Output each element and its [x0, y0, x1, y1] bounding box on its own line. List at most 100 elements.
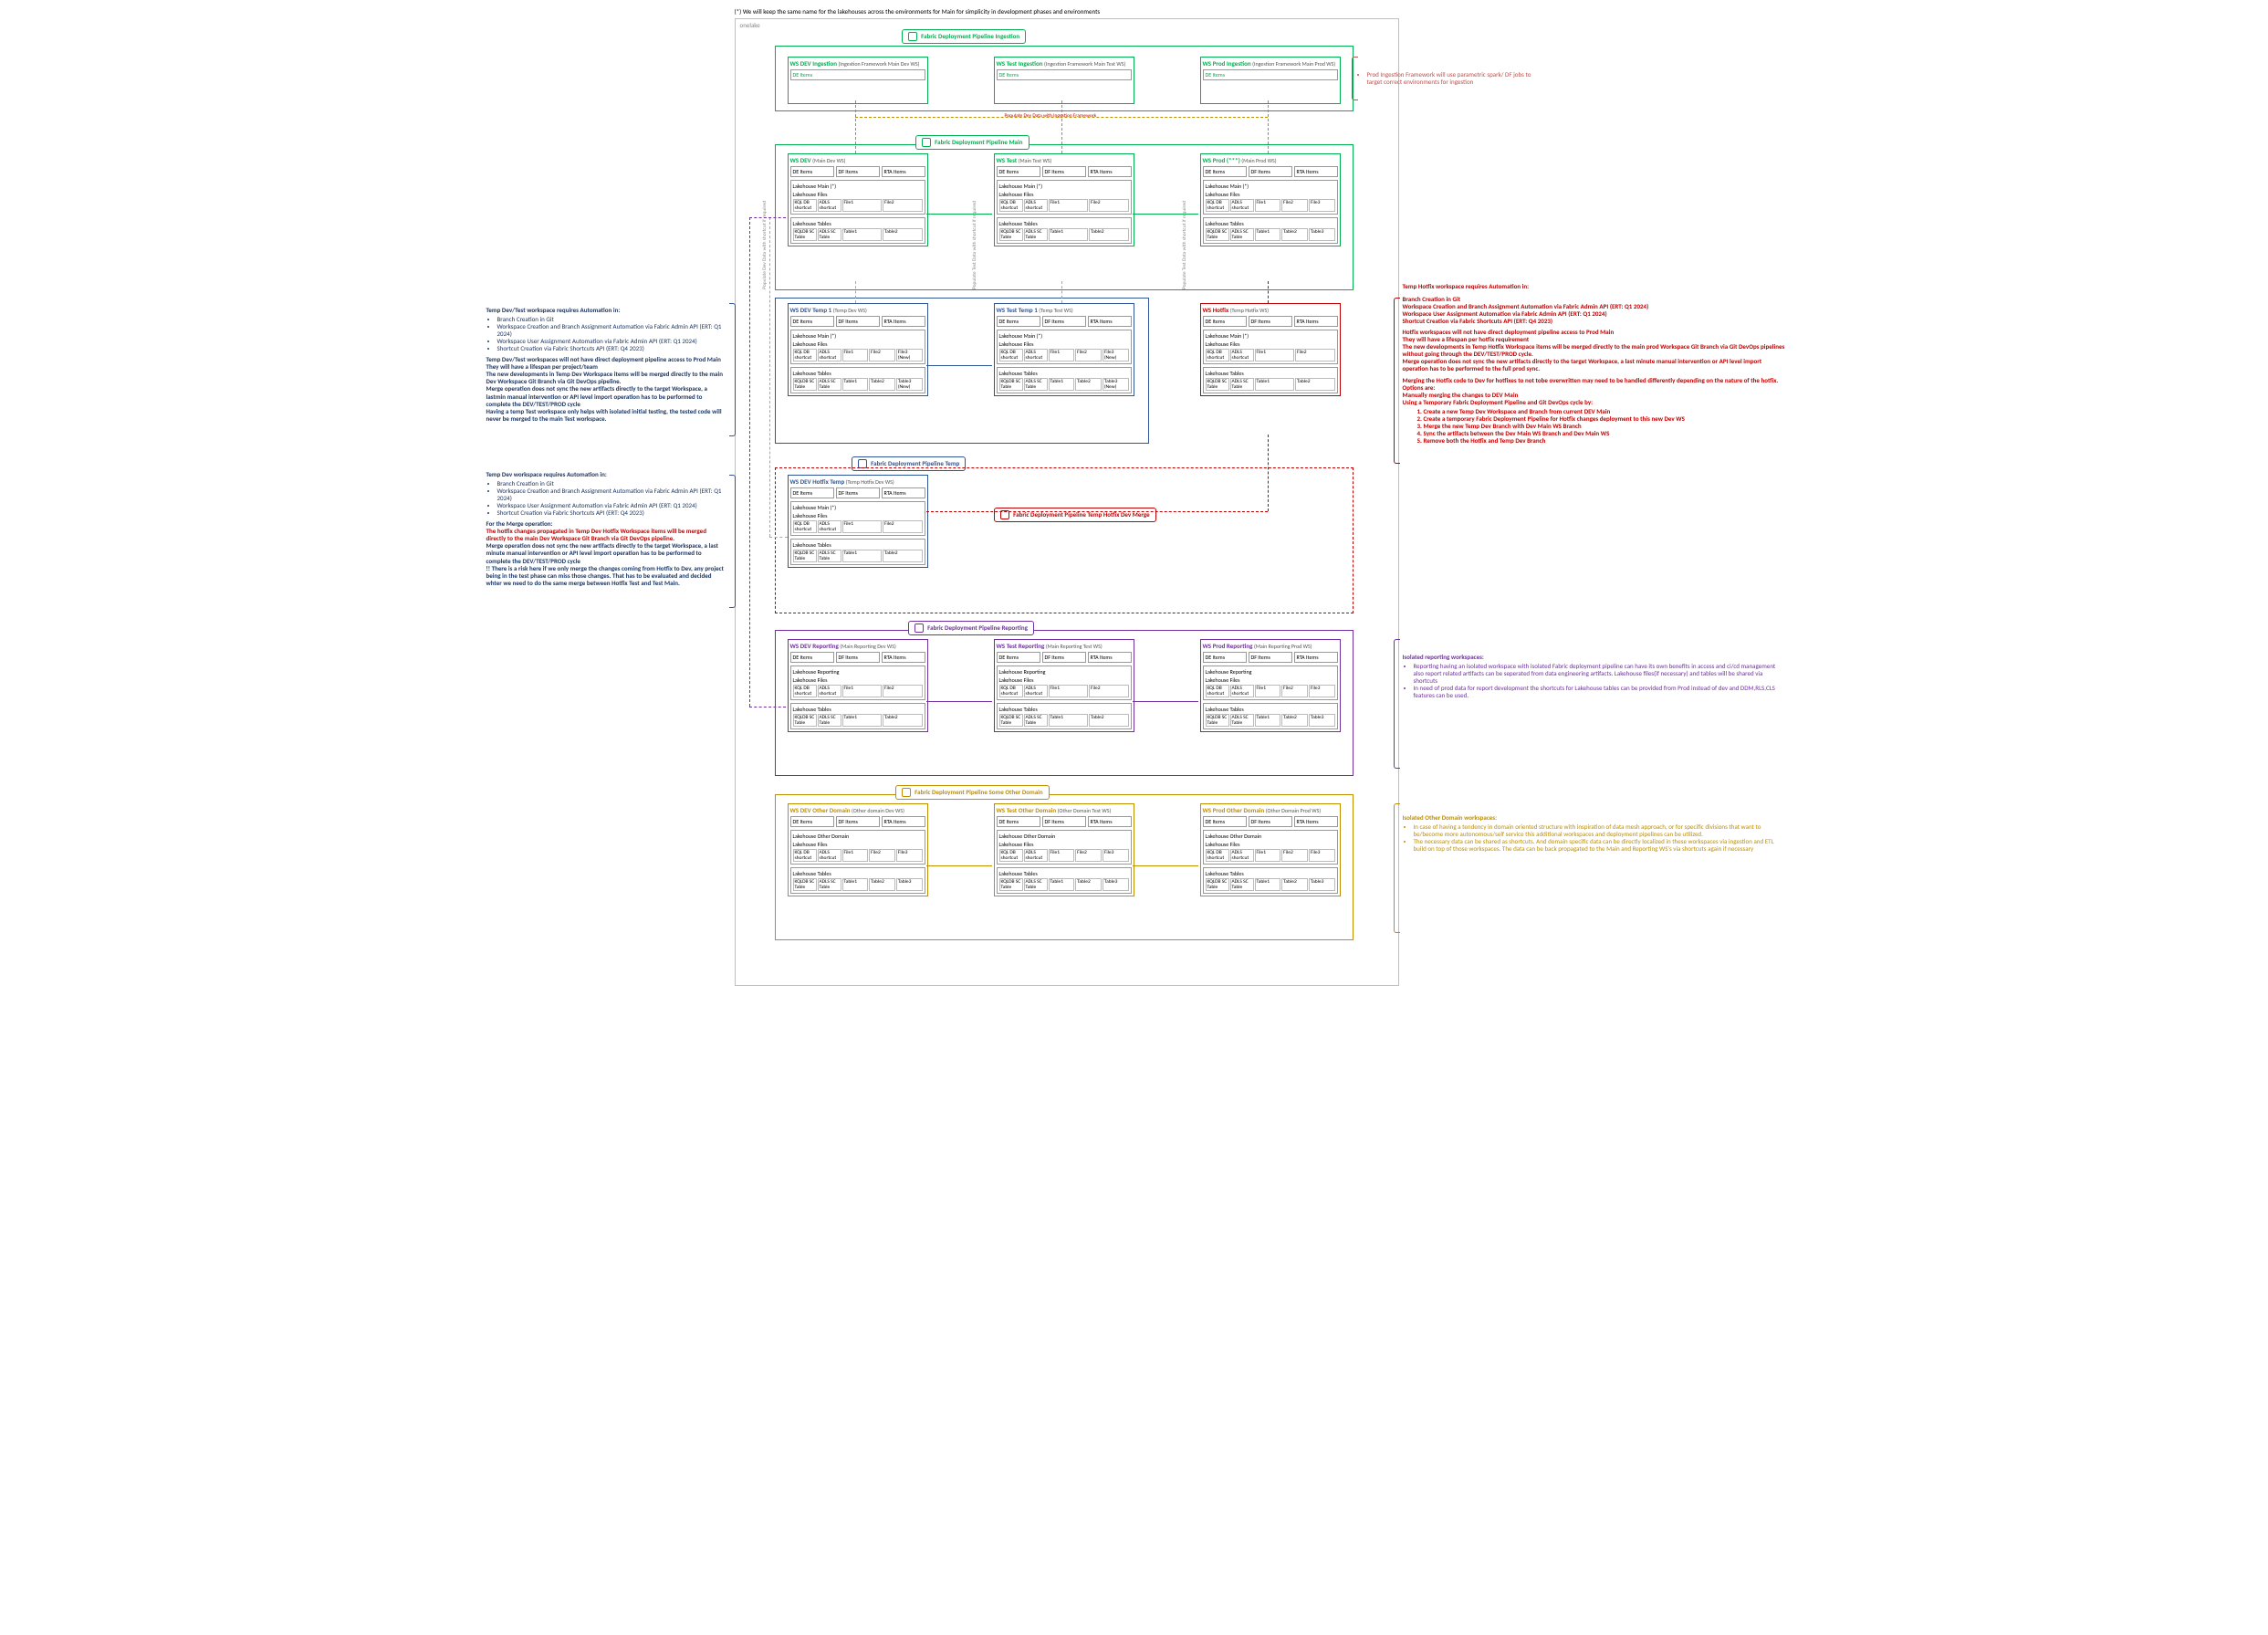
- c: KQLDB SC Table: [999, 878, 1023, 891]
- c: DE Items: [790, 166, 834, 177]
- c: Table1: [1255, 878, 1281, 891]
- li: Shortcut Creation via Fabric Shortcuts A…: [1403, 318, 1786, 325]
- c: KQLDB SC Table: [1206, 228, 1229, 241]
- brace-left-hotfixtemp: [729, 475, 736, 608]
- onelake-label: onelake: [740, 21, 760, 29]
- c: DF Items: [1042, 816, 1086, 827]
- c: KQL DB shortcut: [793, 349, 817, 362]
- c: Table3 (New): [1103, 378, 1129, 391]
- c: DF Items: [1249, 652, 1292, 663]
- c: Table2: [883, 714, 923, 727]
- c: File1: [1049, 199, 1089, 212]
- c: File1: [1255, 199, 1281, 212]
- t: Lakehouse Reporting: [793, 668, 923, 676]
- li: Shortcut Creation via Fabric Shortcuts A…: [497, 509, 726, 517]
- c: DE Items: [790, 652, 834, 663]
- c: ADLS SC Table: [1024, 378, 1048, 391]
- t: Lakehouse Reporting: [1206, 668, 1335, 676]
- lakehouse-main: Lakehouse Main (*) Lakehouse Files KQL D…: [790, 180, 925, 215]
- c: File2: [1281, 849, 1308, 862]
- t: Lakehouse Main (*): [793, 504, 923, 511]
- t: Lakehouse Tables: [1206, 870, 1335, 877]
- c: ADLS shortcut: [1230, 199, 1254, 212]
- top-footnote: (*) We will keep the same name for the l…: [735, 7, 1101, 16]
- c: KQLDB SC Table: [793, 878, 817, 891]
- brace-right-hotfix: [1394, 298, 1400, 464]
- brace-left-temp: [729, 303, 736, 436]
- connector: [1133, 865, 1198, 866]
- t: Lakehouse Main (*): [1206, 183, 1335, 190]
- connector: [1133, 701, 1198, 702]
- ws-title: WS Prod Ingestion: [1203, 59, 1251, 68]
- ws-test: WS Test (Main Test WS) DE ItemsDF ItemsR…: [994, 153, 1134, 246]
- c: File2: [1295, 349, 1335, 362]
- ws-sub: (Other Domain Test WS): [1058, 807, 1112, 814]
- c: ADLS shortcut: [818, 520, 841, 533]
- t: Lakehouse Tables: [999, 870, 1129, 877]
- c: File1: [1049, 849, 1075, 862]
- populate-ing-label: Populate Dev Data with Ingestion Framewo…: [1005, 113, 1097, 119]
- p: Merge operation does not sync the new ar…: [1403, 358, 1786, 372]
- hdr: Temp Dev workspace requires Automation i…: [486, 471, 726, 478]
- c: Table3: [1103, 878, 1129, 891]
- c: DE Items: [1203, 166, 1247, 177]
- c: ADLS shortcut: [818, 685, 841, 697]
- c: ADLS SC Table: [818, 378, 841, 391]
- ingestion-side-note: Prod Ingestion Framework will use parame…: [1358, 71, 1541, 86]
- c: DE Items: [1203, 652, 1247, 663]
- ws-title: WS DEV Ingestion: [790, 59, 837, 68]
- t: Lakehouse Files: [1206, 841, 1335, 848]
- ws-title: WS Prod (***): [1203, 156, 1240, 164]
- ws-title: WS Prod Reporting: [1203, 642, 1253, 650]
- c: Table2: [883, 228, 923, 241]
- connector: [749, 217, 750, 707]
- pipeline-reporting-label: Fabric Deployment Pipeline Reporting: [908, 621, 1035, 635]
- c: File1: [1255, 349, 1295, 362]
- t: Lakehouse Main (*): [793, 332, 923, 340]
- c: DE Items: [997, 166, 1040, 177]
- p: The new developments in Temp Dev Workspa…: [486, 371, 726, 385]
- c: Table1: [842, 228, 883, 241]
- ws-test-temp: WS Test Temp 1 (Temp Test WS) DE ItemsDF…: [994, 303, 1134, 396]
- c: RTA Items: [1088, 652, 1132, 663]
- ws-title: WS DEV Reporting: [790, 642, 839, 650]
- vlabel-left: Populate Dev Data with shortcut if requi…: [762, 201, 768, 289]
- connector: [1133, 214, 1198, 215]
- c: File2: [883, 520, 923, 533]
- connector: [926, 365, 992, 366]
- connector: [1061, 281, 1062, 303]
- c: KQL DB shortcut: [1206, 685, 1229, 697]
- c: DF Items: [1042, 316, 1086, 327]
- c: Table2: [1075, 878, 1102, 891]
- annotation-right-hotfix: Temp Hotfix workspace requires Automatio…: [1403, 283, 1786, 446]
- c: Table1: [1255, 228, 1281, 241]
- c: KQLDB SC Table: [999, 228, 1023, 241]
- c: DF Items: [1042, 166, 1086, 177]
- ws-sub: (Temp Hotfix Dev WS): [846, 478, 894, 486]
- connector: [769, 217, 770, 537]
- t: Lakehouse Files: [999, 676, 1129, 684]
- annotation-left-hotfixtemp: Temp Dev workspace requires Automation i…: [486, 471, 726, 587]
- lh-title: Lakehouse Main (*): [793, 183, 923, 190]
- t: Lakehouse Main (*): [999, 183, 1129, 190]
- lakehouse-tables: Lakehouse Tables KQLDB SC TableADLS SC T…: [790, 217, 925, 244]
- c: ADLS SC Table: [1230, 714, 1254, 727]
- c: Table3 (New): [896, 378, 923, 391]
- c: File3: [1309, 849, 1335, 862]
- ws-sub: (Ingestion Framework Main Dev WS): [838, 60, 919, 68]
- ws-title: WS Test: [997, 156, 1018, 164]
- c: File2: [1281, 199, 1308, 212]
- c: ADLS shortcut: [818, 849, 841, 862]
- c: ADLS SC Table: [818, 228, 841, 241]
- c: DE Items: [997, 316, 1040, 327]
- t: Lakehouse Tables: [999, 220, 1129, 227]
- ws-title: WS DEV Other Domain: [790, 806, 851, 814]
- ws-title: WS Hotfix: [1203, 306, 1229, 314]
- ws-sub: (Main Dev WS): [812, 157, 845, 164]
- c: ADLS shortcut: [818, 349, 841, 362]
- t: Lakehouse Tables: [1206, 220, 1335, 227]
- c: KQL DB shortcut: [1206, 199, 1229, 212]
- annotation-left-temp: Temp Dev/Test workspace requires Automat…: [486, 307, 726, 423]
- c: Table3: [1309, 878, 1335, 891]
- c: Table2: [1089, 228, 1129, 241]
